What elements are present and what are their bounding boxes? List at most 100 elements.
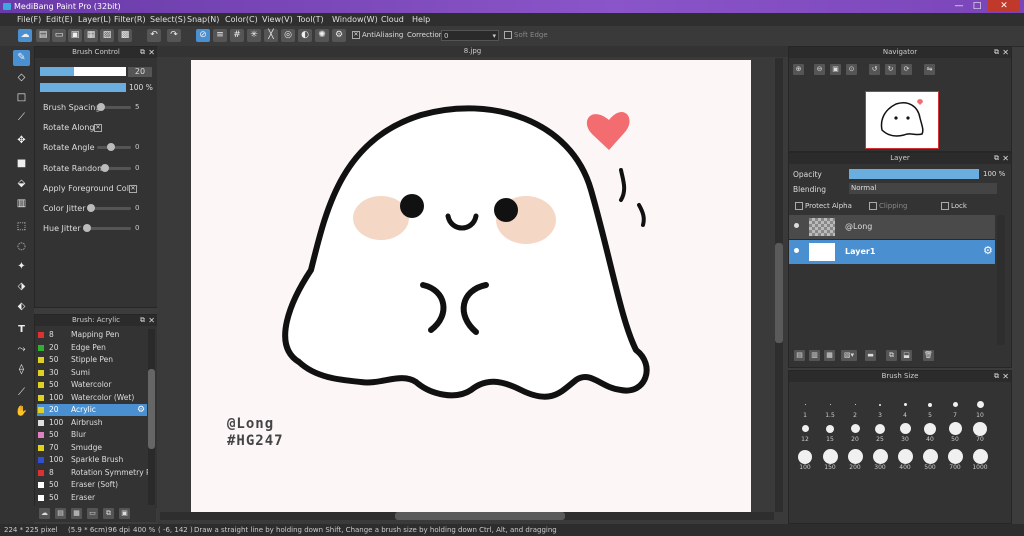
menu-select[interactable]: Select(S): [150, 13, 186, 26]
new-halftone-layer-icon[interactable]: ▥: [809, 350, 820, 361]
select-tool-icon[interactable]: ⬚: [13, 219, 30, 235]
eyedropper-tool-icon[interactable]: ⟠: [13, 362, 30, 378]
brush-folder-icon[interactable]: ▭: [87, 508, 98, 519]
menu-tool[interactable]: Tool(T): [297, 13, 324, 26]
layer-row-selected[interactable]: Layer1 ⚙: [789, 240, 995, 264]
float-icon[interactable]: ⧉: [994, 371, 999, 382]
layer-settings-gear-icon[interactable]: ⚙: [983, 244, 993, 257]
brush-size-option[interactable]: 50: [943, 421, 967, 443]
close-button[interactable]: ✕: [988, 0, 1020, 12]
brush-list-item[interactable]: 8 Mapping Pen: [37, 329, 147, 341]
redo-icon[interactable]: ↷: [167, 29, 181, 42]
new-layer-icon[interactable]: ▤: [794, 350, 805, 361]
new-brush-icon[interactable]: ▤: [55, 508, 66, 519]
visibility-icon[interactable]: [794, 223, 799, 228]
eraser-tool-icon[interactable]: ◇: [13, 70, 30, 86]
brush-size-option[interactable]: 2: [843, 397, 867, 419]
brush-size-value[interactable]: 20: [128, 67, 152, 77]
gradient-tool-icon[interactable]: ▥: [13, 196, 30, 212]
cloud-icon[interactable]: ☁: [18, 29, 32, 42]
menu-window[interactable]: Window(W): [332, 13, 378, 26]
zoom-in-icon[interactable]: ⊕: [793, 64, 804, 75]
export-icon[interactable]: ▨: [100, 29, 114, 42]
merge-layer-icon[interactable]: ⬓: [901, 350, 912, 361]
delete-layer-icon[interactable]: 🗑: [923, 350, 934, 361]
brush-size-bar[interactable]: [40, 67, 126, 76]
fit-screen-icon[interactable]: ▣: [830, 64, 841, 75]
layer-row[interactable]: @Long: [789, 215, 995, 240]
brush-size-option[interactable]: 700: [943, 449, 967, 471]
brush-size-option[interactable]: 1.5: [818, 397, 842, 419]
brush-list-item[interactable]: 20 Acrylic ⚙: [37, 404, 147, 416]
dot-tool-icon[interactable]: ⟋: [13, 110, 30, 126]
menu-filter[interactable]: Filter(R): [114, 13, 146, 26]
brush-list-item[interactable]: 50 Watercolor: [37, 379, 147, 391]
zoom-out-icon[interactable]: ⊖: [814, 64, 825, 75]
brush-list-item[interactable]: 70 Smudge: [37, 442, 147, 454]
panel-close-icon[interactable]: ✕: [148, 47, 155, 58]
brush-size-option[interactable]: 12: [793, 421, 817, 443]
maximize-button[interactable]: □: [968, 0, 986, 12]
brush-size-option[interactable]: 1000: [968, 449, 992, 471]
visibility-icon[interactable]: [794, 248, 799, 253]
select-eraser-tool-icon[interactable]: ⬖: [13, 299, 30, 315]
brush-size-option[interactable]: 5: [918, 397, 942, 419]
share-icon[interactable]: ▣: [68, 29, 82, 42]
panel-close-icon[interactable]: ✕: [148, 315, 155, 326]
brush-import-icon[interactable]: ▦: [71, 508, 82, 519]
new-8bit-layer-icon[interactable]: ▦: [824, 350, 835, 361]
snap-vanish-icon[interactable]: ✺: [315, 29, 329, 42]
divide-tool-icon[interactable]: ⟋: [13, 385, 30, 401]
rotate-right-icon[interactable]: ↻: [885, 64, 896, 75]
menu-help[interactable]: Help: [412, 13, 430, 26]
brush-size-option[interactable]: 70: [968, 421, 992, 443]
select-pen-tool-icon[interactable]: ⬗: [13, 279, 30, 295]
brush-list-item[interactable]: 50 Blur: [37, 429, 147, 441]
brush-list-item[interactable]: 100 Watercolor (Wet): [37, 392, 147, 404]
snap-curve-icon[interactable]: ◐: [298, 29, 312, 42]
brush-size-option[interactable]: 300: [868, 449, 892, 471]
duplicate-layer-icon[interactable]: ⧉: [886, 350, 897, 361]
layer-folder-icon[interactable]: ▬: [865, 350, 876, 361]
brush-size-option[interactable]: 500: [918, 449, 942, 471]
brush-size-option[interactable]: 100: [793, 449, 817, 471]
fill-rect-tool-icon[interactable]: ■: [13, 156, 30, 172]
menu-snap[interactable]: Snap(N): [187, 13, 219, 26]
protect-alpha-checkbox[interactable]: [795, 202, 803, 210]
comment-icon[interactable]: ▭: [52, 29, 66, 42]
antialiasing-checkbox[interactable]: ✕: [352, 31, 360, 39]
panel-close-icon[interactable]: ✕: [1002, 153, 1009, 164]
brush-size-option[interactable]: 150: [818, 449, 842, 471]
layer-opacity-bar[interactable]: [849, 169, 979, 179]
brush-list-item[interactable]: 100 Airbrush: [37, 417, 147, 429]
menu-color[interactable]: Color(C): [225, 13, 258, 26]
brush-size-option[interactable]: 3: [868, 397, 892, 419]
menu-edit[interactable]: Edit(E): [46, 13, 73, 26]
brush-size-option[interactable]: 10: [968, 397, 992, 419]
float-icon[interactable]: ⧉: [140, 47, 145, 58]
brush-list-item[interactable]: 30 Sumi: [37, 367, 147, 379]
snap-grid-icon[interactable]: #: [230, 29, 244, 42]
new-file-icon[interactable]: ▤: [36, 29, 50, 42]
float-icon[interactable]: ⧉: [994, 47, 999, 58]
rectangle-tool-icon[interactable]: □: [13, 90, 30, 106]
drawing-canvas[interactable]: @Long #HG247: [191, 60, 751, 512]
brush-opacity-bar[interactable]: [40, 83, 126, 92]
soft-edge-checkbox[interactable]: [504, 31, 512, 39]
snap-settings-icon[interactable]: ⚙: [332, 29, 346, 42]
actual-size-icon[interactable]: ⊙: [846, 64, 857, 75]
snap-cross-icon[interactable]: ╳: [264, 29, 278, 42]
brush-size-option[interactable]: 7: [943, 397, 967, 419]
brush-copy-icon[interactable]: ⧉: [103, 508, 114, 519]
lock-checkbox[interactable]: [941, 202, 949, 210]
brush-size-option[interactable]: 1: [793, 397, 817, 419]
brush-spacing-slider[interactable]: [95, 103, 131, 111]
menu-cloud[interactable]: Cloud: [381, 13, 404, 26]
brush-settings-gear-icon[interactable]: ⚙: [137, 404, 145, 416]
panel-close-icon[interactable]: ✕: [1002, 371, 1009, 382]
cloud-brush-icon[interactable]: ☁: [39, 508, 50, 519]
brush-list-scrollbar[interactable]: [148, 329, 155, 505]
brush-delete-icon[interactable]: ▣: [119, 508, 130, 519]
add-layer-dropdown-icon[interactable]: ▧▾: [841, 350, 857, 361]
brush-size-option[interactable]: 25: [868, 421, 892, 443]
